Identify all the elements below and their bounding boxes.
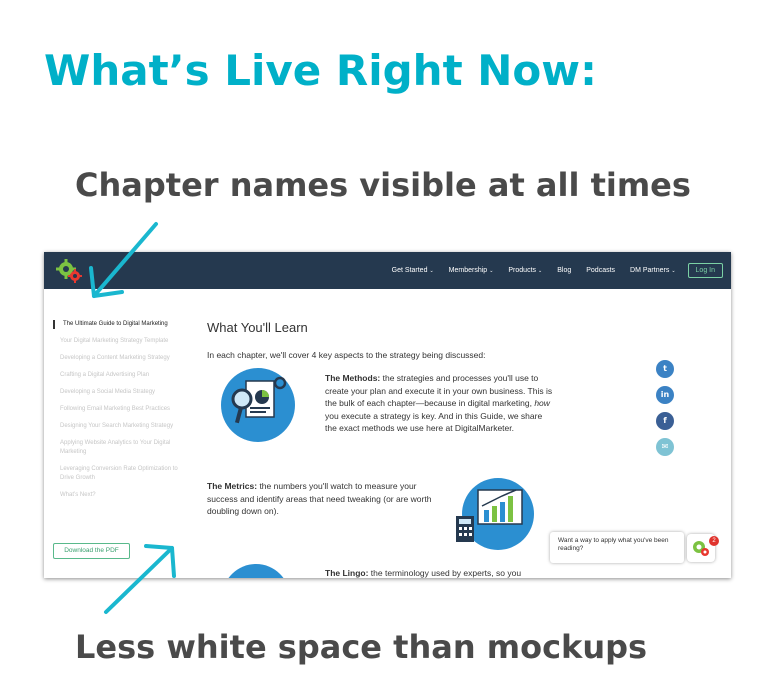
chevron-down-icon: ⌄: [489, 268, 494, 274]
chat-prompt[interactable]: Want a way to apply what you've been rea…: [550, 532, 684, 563]
sidebar-item-social-media[interactable]: Developing a Social Media Strategy: [53, 388, 183, 397]
sidebar-item-email-marketing[interactable]: Following Email Marketing Best Practices: [53, 405, 183, 414]
twitter-icon[interactable]: t: [656, 360, 674, 378]
chevron-down-icon: ⌄: [429, 268, 434, 274]
sidebar-item-strategy-template[interactable]: Your Digital Marketing Strategy Template: [53, 337, 183, 346]
slide-headline: What’s Live Right Now:: [44, 46, 597, 95]
nav-dm-partners[interactable]: DM Partners ⌄: [630, 267, 676, 274]
lingo-icon: [222, 564, 290, 578]
nav-get-started[interactable]: Get Started ⌄: [392, 267, 434, 274]
navbar: Get Started ⌄ Membership ⌄ Products ⌄ Blog …: [44, 252, 731, 289]
main-content: What You'll Learn: [207, 320, 657, 335]
email-icon[interactable]: ✉: [656, 438, 674, 456]
notification-badge: 2: [709, 536, 719, 546]
linkedin-icon[interactable]: in: [656, 386, 674, 404]
metrics-paragraph: The Metrics: the numbers you'll watch to…: [207, 481, 432, 516]
sidebar-item-digital-advertising[interactable]: Crafting a Digital Advertising Plan: [53, 371, 183, 380]
nav-podcasts[interactable]: Podcasts: [586, 267, 615, 274]
methods-magnifier-icon: [221, 368, 295, 442]
metrics-chart-calculator-icon: [456, 478, 534, 550]
sidebar-item-search-marketing[interactable]: Designing Your Search Marketing Strategy: [53, 422, 183, 431]
social-share-bar: t in f ✉: [656, 360, 676, 464]
chapter-sidebar: The Ultimate Guide to Digital Marketing …: [53, 320, 183, 508]
section-title: What You'll Learn: [207, 320, 308, 335]
methods-paragraph: The Methods: the strategies and processe…: [325, 373, 553, 433]
facebook-icon[interactable]: f: [656, 412, 674, 430]
nav-membership[interactable]: Membership ⌄: [449, 267, 494, 274]
sidebar-item-ultimate-guide[interactable]: The Ultimate Guide to Digital Marketing: [53, 320, 183, 329]
login-button[interactable]: Log In: [687, 263, 723, 278]
sidebar-item-website-analytics[interactable]: Applying Website Analytics to Your Digit…: [53, 439, 183, 457]
lingo-paragraph: The Lingo: the terminology used by exper…: [325, 568, 522, 578]
website-screenshot: Get Started ⌄ Membership ⌄ Products ⌄ Blog …: [44, 252, 731, 578]
sidebar-item-conversion-rate[interactable]: Leveraging Conversion Rate Optimization …: [53, 465, 183, 483]
nav-menu: Get Started ⌄ Membership ⌄ Products ⌄ Blog …: [377, 252, 723, 289]
chevron-down-icon: ⌄: [538, 268, 543, 274]
sidebar-item-whats-next[interactable]: What’s Next?: [53, 491, 183, 500]
download-pdf-button[interactable]: Download the PDF: [53, 543, 130, 559]
caption-white-space: Less white space than mockups: [75, 628, 648, 666]
sidebar-item-content-marketing[interactable]: Developing a Content Marketing Strategy: [53, 354, 183, 363]
nav-blog[interactable]: Blog: [557, 267, 571, 274]
gears-logo-icon[interactable]: [56, 258, 84, 284]
nav-products[interactable]: Products ⌄: [508, 267, 542, 274]
caption-chapter-names: Chapter names visible at all times: [75, 166, 691, 204]
intro-text: In each chapter, we'll cover 4 key aspec…: [207, 350, 486, 360]
chevron-down-icon: ⌄: [671, 268, 676, 274]
